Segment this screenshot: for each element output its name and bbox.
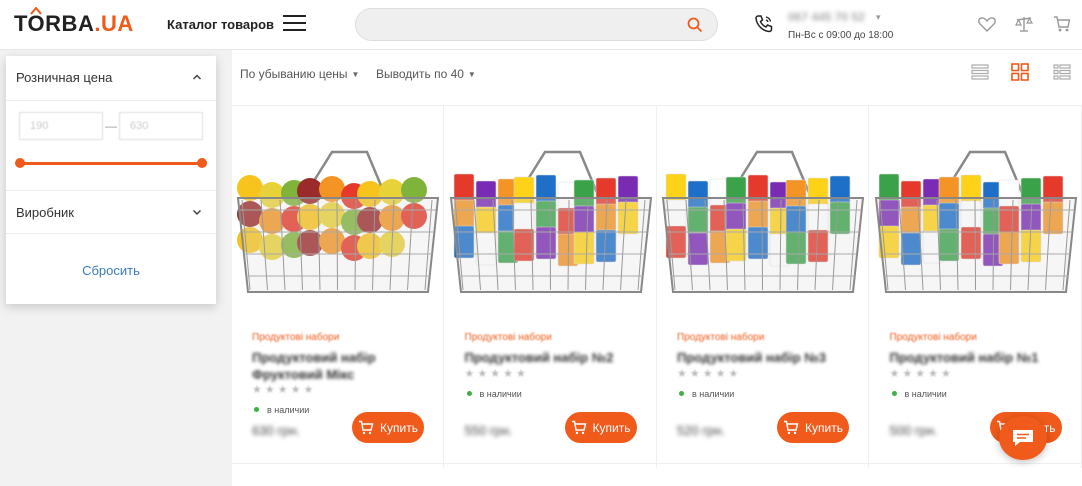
cart-icon	[359, 420, 374, 435]
product-image[interactable]	[870, 140, 1082, 300]
filter-panel: Розничная цена — Виробник Сбросить	[6, 56, 216, 304]
chat-icon	[1013, 430, 1033, 446]
product-category[interactable]: Продуктові набори	[465, 332, 552, 343]
buy-button-label: Купить	[592, 420, 631, 435]
buy-button[interactable]: Купить	[777, 412, 849, 443]
cart-icon[interactable]	[1052, 14, 1072, 34]
chat-button[interactable]	[999, 416, 1047, 460]
site-header: TO RBA.UA Каталог товаров 067 445 70 52 ▾…	[0, 0, 1082, 50]
price-min-input[interactable]	[19, 112, 103, 140]
logo-basket-letter: O	[28, 7, 46, 36]
per-page-dropdown[interactable]: Выводить по 40 ▼	[376, 67, 476, 81]
price-range-track[interactable]	[20, 162, 202, 165]
menu-icon[interactable]	[283, 15, 306, 31]
logo[interactable]: TO RBA.UA	[14, 7, 134, 37]
availability-status: в наличии	[891, 389, 947, 399]
buy-button[interactable]: Купить	[564, 412, 637, 443]
cart-icon	[571, 420, 586, 435]
rating-stars: ★★★★★	[677, 368, 742, 380]
product-image[interactable]	[445, 140, 657, 300]
caret-down-icon: ▼	[351, 70, 360, 79]
logo-tld: .UA	[94, 11, 134, 36]
product-title[interactable]: Продуктовий набір Фруктовий Мікс	[252, 349, 422, 383]
chevron-down-icon[interactable]	[192, 207, 202, 217]
logo-part: T	[14, 11, 28, 36]
availability-text: в наличии	[904, 389, 947, 399]
availability-status: в наличии	[254, 405, 309, 415]
in-stock-dot	[891, 391, 897, 396]
caret-down-icon: ▼	[467, 70, 476, 79]
product-listing: По убыванию цены ▼ Выводить по 40 ▼ Продук…	[232, 50, 1082, 486]
working-hours: Пн-Вс с 09:00 до 18:00	[788, 30, 894, 41]
logo-part: RBA	[45, 11, 95, 36]
reset-filter-link[interactable]: Сбросить	[6, 263, 216, 278]
product-price: 520 грн.	[677, 423, 726, 438]
grid-view-icon[interactable]	[1010, 62, 1030, 82]
buy-button[interactable]: Купить	[352, 412, 424, 443]
product-category[interactable]: Продуктові набори	[252, 332, 339, 343]
price-filter-title[interactable]: Розничная цена	[16, 70, 112, 85]
chevron-up-icon[interactable]	[192, 72, 202, 82]
product-title[interactable]: Продуктовий набір №1	[890, 349, 1060, 366]
chevron-down-icon[interactable]: ▾	[876, 12, 881, 23]
phone-number[interactable]: 067 445 70 52	[788, 10, 865, 24]
list-view-icon[interactable]	[970, 62, 990, 82]
price-range-min-handle[interactable]	[15, 158, 25, 168]
catalog-label[interactable]: Каталог товаров	[167, 17, 274, 32]
availability-status: в наличии	[679, 389, 734, 399]
compare-scales-icon[interactable]	[1014, 14, 1034, 34]
detailed-list-view-icon[interactable]	[1052, 62, 1072, 82]
manufacturer-filter-title[interactable]: Виробник	[16, 205, 74, 220]
product-price: 500 грн.	[889, 423, 938, 438]
product-category[interactable]: Продуктові набори	[890, 332, 977, 343]
availability-text: в наличии	[267, 405, 310, 415]
rating-stars: ★★★★★	[464, 368, 529, 380]
heart-icon[interactable]	[977, 14, 997, 34]
rating-stars: ★★★★★	[252, 384, 317, 396]
product-image[interactable]	[232, 140, 444, 300]
product-card[interactable]: Продуктові набори Продуктовий набір №1 ★…	[870, 106, 1082, 468]
cart-icon	[784, 420, 799, 435]
search-input[interactable]	[370, 16, 670, 31]
price-range-max-handle[interactable]	[197, 158, 207, 168]
search-icon[interactable]	[687, 17, 703, 33]
product-title[interactable]: Продуктовий набір №2	[465, 349, 635, 366]
rating-stars: ★★★★★	[889, 368, 954, 380]
sort-dropdown[interactable]: По убыванию цены ▼	[240, 67, 359, 81]
availability-text: в наличии	[479, 389, 522, 399]
phone-icon	[755, 15, 773, 33]
search-bar	[355, 8, 718, 41]
buy-button-label: Купить	[380, 420, 418, 435]
range-dash: —	[105, 119, 117, 133]
in-stock-dot	[254, 407, 259, 412]
in-stock-dot	[466, 391, 472, 396]
availability-text: в наличии	[692, 389, 735, 399]
product-title[interactable]: Продуктовий набір №3	[677, 349, 847, 366]
product-price: 630 грн.	[252, 423, 301, 438]
product-card[interactable]: Продуктові набори Продуктовий набір Фрук…	[232, 106, 444, 468]
product-category[interactable]: Продуктові набори	[677, 332, 764, 343]
product-image[interactable]	[657, 140, 869, 300]
price-max-input[interactable]	[119, 112, 203, 140]
availability-status: в наличии	[466, 389, 522, 399]
buy-button-label: Купить	[805, 420, 843, 435]
product-card[interactable]: Продуктові набори Продуктовий набір №3 ★…	[657, 106, 869, 468]
product-card[interactable]: Продуктові набори Продуктовий набір №2 ★…	[445, 106, 657, 468]
in-stock-dot	[679, 391, 684, 396]
product-price: 550 грн.	[464, 423, 513, 438]
